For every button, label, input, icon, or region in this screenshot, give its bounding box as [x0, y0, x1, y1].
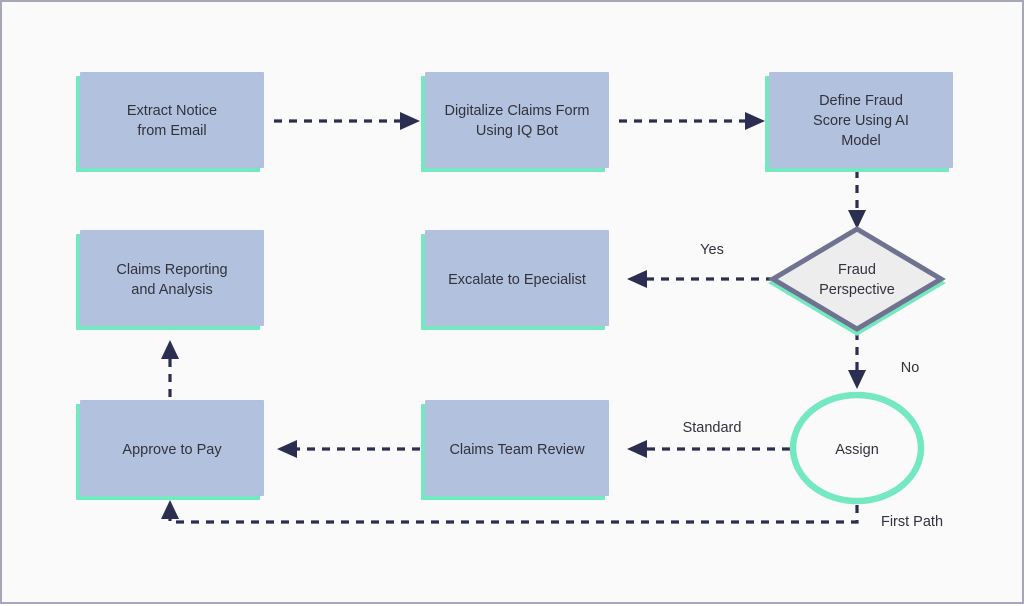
- edge-assign-to-claims-team-review: [627, 440, 790, 458]
- node-label-digitalize-line-2: Using IQ Bot: [476, 123, 558, 139]
- node-label-fraud-perspective-line-2: Perspective: [819, 282, 895, 298]
- edge-approve-to-claims-reporting: [161, 340, 179, 397]
- flowchart-canvas: Extract Notice from Email Digitalize Cla…: [0, 0, 1024, 604]
- edge-extract-to-digitalize: [274, 112, 420, 130]
- node-label-escalate: Excalate to Epecialist: [448, 272, 586, 288]
- node-label-approve-to-pay: Approve to Pay: [122, 442, 222, 458]
- node-digitalize-claims-form[interactable]: Digitalize Claims Form Using IQ Bot: [421, 72, 609, 172]
- edge-decision-to-escalate: [627, 270, 774, 288]
- edge-label-no: No: [901, 360, 920, 376]
- node-label-extract-notice-line-1: Extract Notice: [127, 103, 217, 119]
- node-claims-team-review[interactable]: Claims Team Review: [421, 400, 609, 500]
- edge-decision-to-assign: [848, 332, 866, 389]
- edge-fraud-score-to-decision: [848, 170, 866, 229]
- node-label-assign: Assign: [835, 442, 879, 458]
- flowchart-svg: Extract Notice from Email Digitalize Cla…: [76, 72, 953, 530]
- node-approve-to-pay[interactable]: Approve to Pay: [76, 400, 264, 500]
- node-escalate-to-specialist[interactable]: Excalate to Epecialist: [421, 230, 609, 330]
- node-extract-notice[interactable]: Extract Notice from Email: [76, 72, 264, 172]
- edge-label-yes: Yes: [700, 242, 724, 258]
- node-label-fraud-score-line-3: Model: [841, 133, 881, 149]
- edge-assign-first-path-to-approve: [161, 500, 859, 524]
- node-define-fraud-score[interactable]: Define Fraud Score Using AI Model: [765, 72, 953, 172]
- node-fraud-perspective[interactable]: Fraud Perspective: [768, 226, 946, 336]
- edge-claims-team-review-to-approve: [277, 440, 420, 458]
- node-label-claims-reporting-line-2: and Analysis: [131, 282, 212, 298]
- edge-digitalize-to-fraud-score: [619, 112, 765, 130]
- node-label-extract-notice-line-2: from Email: [137, 123, 206, 139]
- node-claims-reporting-analysis[interactable]: Claims Reporting and Analysis: [76, 230, 264, 330]
- edge-label-standard: Standard: [683, 420, 742, 436]
- node-assign[interactable]: Assign: [789, 391, 925, 505]
- edge-label-first-path: First Path: [881, 514, 943, 530]
- node-label-fraud-score-line-1: Define Fraud: [819, 93, 903, 109]
- node-label-digitalize-line-1: Digitalize Claims Form: [444, 103, 589, 119]
- node-label-claims-team-review: Claims Team Review: [449, 442, 585, 458]
- node-label-claims-reporting-line-1: Claims Reporting: [116, 262, 227, 278]
- node-label-fraud-perspective-line-1: Fraud: [838, 262, 876, 278]
- node-label-fraud-score-line-2: Score Using AI: [813, 113, 909, 129]
